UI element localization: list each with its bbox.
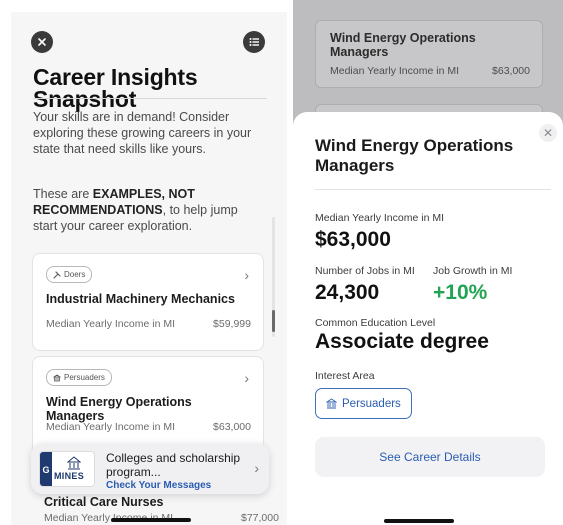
notification-title: Colleges and scholarship program...	[106, 451, 241, 479]
career-insights-screen: Career Insights Snapshot Your skills are…	[11, 12, 287, 525]
chevron-right-icon: ›	[244, 370, 249, 386]
interest-tag-label: Persuaders	[64, 373, 105, 382]
notification-banner[interactable]: G MINES Colleges and scholarship program…	[31, 443, 269, 494]
list-icon	[249, 38, 259, 46]
page-title: Career Insights Snapshot	[33, 64, 198, 112]
education-label: Common Education Level	[315, 317, 436, 329]
sheet-title: Wind Energy Operations Managers	[315, 136, 514, 175]
building-mark-icon	[67, 456, 81, 470]
chevron-right-icon: ›	[254, 460, 259, 476]
education-value: Associate degree	[315, 330, 489, 353]
chevron-right-icon: ›	[244, 267, 249, 283]
income-value: $63,000	[213, 421, 251, 433]
logo-side-letter: G	[40, 452, 52, 486]
career-title: Industrial Machinery Mechanics	[46, 292, 235, 306]
interest-area-label: Interest Area	[315, 370, 375, 382]
income-label: Median Yearly Income in MI	[46, 318, 175, 330]
growth-value: +10%	[433, 281, 488, 304]
background-career-card: Wind Energy Operations Managers Median Y…	[315, 20, 543, 88]
interest-tag-label: Doers	[64, 270, 86, 279]
career-title-critical-care-nurses[interactable]: Critical Care Nurses	[44, 495, 164, 509]
title-divider	[33, 98, 267, 99]
growth-label: Job Growth in MI	[433, 265, 513, 277]
close-button[interactable]	[31, 31, 53, 53]
notification-link[interactable]: Check Your Messages	[106, 480, 211, 491]
building-icon	[53, 374, 61, 381]
home-indicator[interactable]	[111, 518, 191, 522]
income-label: Median Yearly Income in MI	[46, 421, 175, 433]
jobs-value: 24,300	[315, 281, 380, 304]
interest-tag: Persuaders	[46, 369, 112, 386]
career-title: Wind Energy Operations Managers	[46, 395, 192, 423]
interest-area-pill[interactable]: Persuaders	[315, 388, 412, 419]
logo-text: MINES	[54, 471, 85, 481]
home-indicator[interactable]	[384, 519, 454, 523]
close-icon	[38, 38, 46, 46]
page-title-line-2: Snapshot	[33, 86, 137, 112]
interest-area-value: Persuaders	[342, 397, 401, 410]
income-value: $59,999	[213, 318, 251, 330]
sheet-divider	[315, 189, 551, 190]
disclaimer-text: These are EXAMPLES, NOT RECOMMENDATIONS,…	[33, 186, 261, 234]
page-title-line-1: Career Insights	[33, 64, 198, 90]
close-icon: ✕	[542, 126, 554, 140]
career-title: Wind Energy Operations Managers	[330, 31, 476, 59]
career-card-industrial-machinery-mechanics[interactable]: Doers › Industrial Machinery Mechanics M…	[32, 253, 264, 351]
income-value: $63,000	[315, 228, 391, 251]
career-detail-sheet: ✕ Wind Energy Operations Managers Median…	[293, 112, 563, 525]
income-label: Median Yearly Income in MI	[315, 212, 444, 224]
interest-tag: Doers	[46, 266, 93, 283]
income-value: $77,000	[241, 512, 279, 524]
career-detail-screen: Wind Energy Operations Managers Median Y…	[293, 0, 563, 525]
income-value: $63,000	[492, 65, 530, 77]
scrollbar-thumb[interactable]	[272, 310, 275, 332]
tools-icon	[53, 270, 61, 279]
disclaimer-pre: These are	[33, 187, 93, 201]
building-icon	[326, 398, 337, 409]
mines-logo: G MINES	[39, 451, 95, 487]
career-card-wind-energy-operations-managers[interactable]: Persuaders › Wind Energy Operations Mana…	[32, 356, 264, 456]
close-button[interactable]: ✕	[539, 124, 557, 142]
intro-text: Your skills are in demand! Consider expl…	[33, 110, 252, 156]
income-label: Median Yearly Income in MI	[330, 65, 459, 77]
jobs-label: Number of Jobs in MI	[315, 265, 415, 277]
see-career-details-button[interactable]: See Career Details	[315, 437, 545, 477]
list-menu-button[interactable]	[243, 31, 265, 53]
